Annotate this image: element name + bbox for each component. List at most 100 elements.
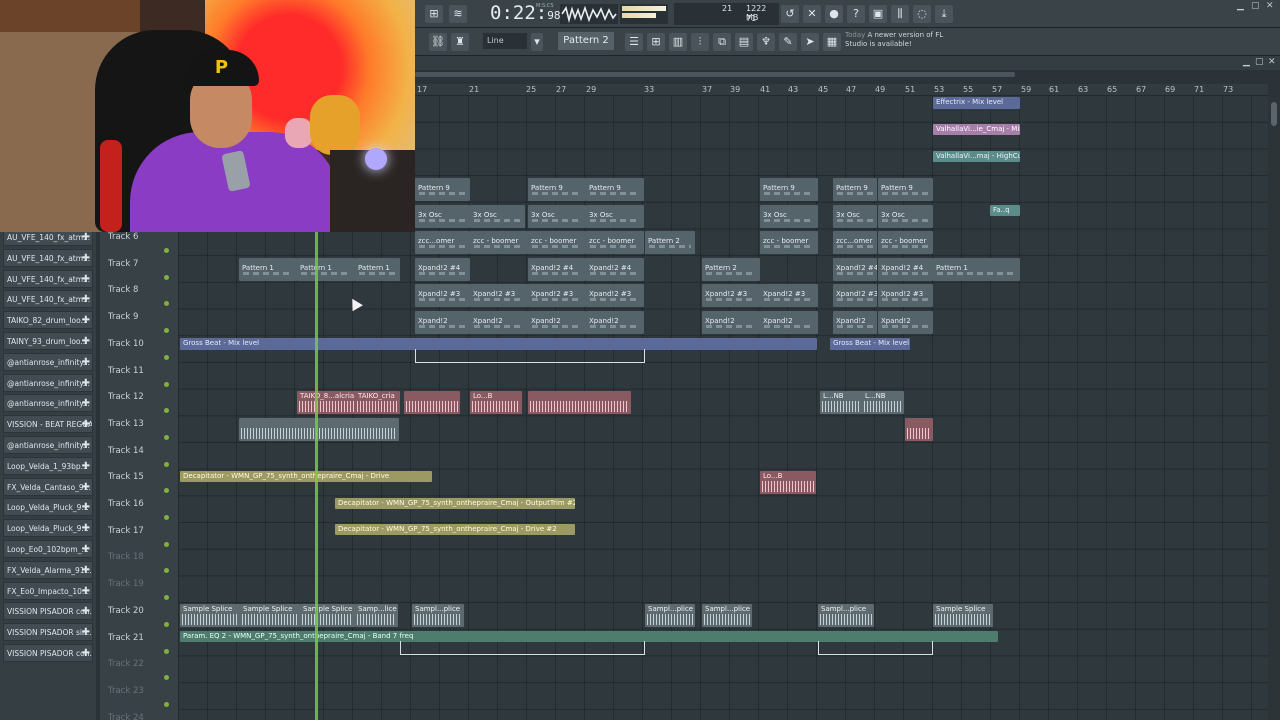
pattern-clip[interactable]: Pattern 1 (297, 258, 355, 281)
track-mute-indicator[interactable] (164, 568, 169, 574)
mixer-icon[interactable]: ≋ (449, 5, 467, 23)
pattern-clip[interactable]: Pattern 1 (355, 258, 400, 281)
close-icon[interactable]: ✕ (1266, 1, 1274, 11)
add-icon[interactable]: ✚ (82, 312, 90, 328)
pattern-clip[interactable]: Xpand!2 #4 (833, 258, 877, 281)
link-icon[interactable]: ⛓ (429, 33, 447, 51)
track-name[interactable]: Track 16 (108, 499, 144, 509)
undo-icon[interactable]: ↺ (781, 5, 799, 23)
stamp-icon[interactable]: ♜ (451, 33, 469, 51)
track-name[interactable]: Track 7 (108, 259, 138, 269)
browser-item[interactable]: Loop_Velda_Pluck_9... ✚ (3, 498, 93, 517)
browser-item[interactable]: Loop_Eo0_102bpm_... ✚ (3, 540, 93, 558)
add-icon[interactable]: ✚ (82, 583, 90, 599)
browser-item[interactable]: VISSION - BEAT REGGAETO...✚ (3, 415, 93, 434)
add-icon[interactable]: ✚ (82, 624, 90, 640)
track-name[interactable]: Track 15 (108, 472, 144, 482)
browser-item[interactable]: Loop_Velda_1_93bp... ✚ (3, 456, 93, 475)
pattern-clip[interactable]: Xpand!2 #3 (760, 284, 818, 307)
audio-clip[interactable]: Sample Splice (180, 604, 240, 627)
audio-clip[interactable] (404, 391, 460, 414)
browser-item[interactable]: AU_VFE_140_fx_atm... ✚ (3, 290, 93, 309)
pattern-clip[interactable]: Xpand!2 #3 (702, 284, 760, 307)
pattern-clip[interactable]: Xpand!2 (528, 311, 586, 334)
playhead[interactable] (315, 228, 318, 720)
track-name[interactable]: Track 11 (108, 366, 144, 376)
audio-clip[interactable]: Sampl...plice (818, 604, 874, 627)
track-mute-indicator[interactable] (164, 621, 169, 627)
track-name[interactable]: Track 13 (108, 419, 144, 429)
pattern-clip[interactable]: 3x Osc (415, 205, 470, 228)
mic-icon[interactable]: ● (825, 5, 843, 23)
pattern-clip[interactable]: zcc - boomer (586, 231, 644, 254)
audio-clip[interactable]: Sampl...plice (702, 604, 752, 627)
browser-item[interactable]: FX_Velda_Cantaso_9... ✚ (3, 477, 93, 496)
automation-clip[interactable]: Decapitator - WMN_GP_75_synth_ontheprair… (335, 498, 575, 509)
audio-clip[interactable] (905, 418, 933, 441)
pattern-clip[interactable]: zcc - boomer (528, 231, 586, 254)
track-mute-indicator[interactable] (164, 675, 169, 681)
audio-clip[interactable]: L...NB (862, 391, 904, 414)
audio-clip[interactable]: Sampl...plice (645, 604, 695, 627)
pattern-clip[interactable]: zcc - boomer (470, 231, 528, 254)
track-name[interactable]: Track 14 (108, 446, 144, 456)
browser-icon[interactable]: ▤ (735, 33, 753, 51)
pattern-clip[interactable]: 3x Osc (878, 205, 933, 228)
pattern-selector[interactable]: Pattern 2 (558, 32, 614, 50)
browser-item[interactable]: FX_Velda_Alarma_91... ✚ (3, 560, 93, 579)
automation-clip[interactable]: ValhallaVi...maj - HighCut (933, 151, 1020, 162)
track-mute-indicator[interactable] (164, 541, 169, 547)
add-icon[interactable]: ✚ (82, 520, 90, 536)
tools-icon[interactable]: ✕ (803, 5, 821, 23)
track-mute-indicator[interactable] (164, 701, 169, 707)
pattern-clip[interactable]: Xpand!2 (760, 311, 818, 334)
mixer-button-icon[interactable]: ⫼ (891, 5, 909, 23)
step-seq-icon[interactable]: ⊞ (647, 33, 665, 51)
audio-clip[interactable]: Sample Splice (240, 604, 300, 627)
audio-clip[interactable]: Sample Splice (300, 604, 355, 627)
add-icon[interactable]: ✚ (82, 395, 90, 411)
add-icon[interactable]: ✚ (82, 458, 90, 474)
pattern-clip[interactable]: Xpand!2 #4 (586, 258, 644, 281)
track-mute-indicator[interactable] (164, 488, 169, 494)
news-panel[interactable]: Today A newer version of FL Studio is av… (845, 31, 955, 53)
pattern-clip[interactable]: zcc - boomer (878, 231, 933, 254)
audio-clip[interactable] (528, 391, 631, 414)
pattern-clip[interactable]: 3x Osc (528, 205, 586, 228)
mixer-sliders-icon[interactable]: ⫶ (691, 33, 709, 51)
add-icon[interactable]: ✚ (82, 291, 90, 307)
piano-icon[interactable]: ⊞ (425, 5, 443, 23)
track-mute-indicator[interactable] (164, 434, 169, 440)
pattern-clip[interactable]: Xpand!2 (702, 311, 760, 334)
pattern-clip[interactable]: 3x Osc (586, 205, 644, 228)
browser-item[interactable]: AU_VFE_140_fx_atm... ✚ (3, 269, 93, 288)
lock-icon[interactable]: ▦ (823, 33, 841, 51)
pattern-clip[interactable]: Xpand!2 #3 (833, 284, 877, 307)
cpu-ram-panel[interactable]: 21 1222 MB 71 (674, 3, 779, 25)
pattern-clip[interactable]: Xpand!2 #4 (528, 258, 586, 281)
track-name[interactable]: Track 8 (108, 285, 138, 295)
pattern-clip[interactable]: zcc...omer (833, 231, 877, 254)
browser-item[interactable]: VISSION PISADOR con... ✚ (3, 644, 93, 662)
add-icon[interactable]: ✚ (82, 416, 90, 432)
pattern-clip[interactable]: Pattern 9 (528, 178, 586, 201)
browser-item[interactable]: TAINY_93_drum_loo... ✚ (3, 332, 93, 350)
add-icon[interactable]: ✚ (82, 603, 90, 619)
playlist-close-icon[interactable]: ✕ (1268, 57, 1276, 67)
browser-item[interactable]: TAIKO_82_drum_loo... ✚ (3, 311, 93, 330)
snap-dropdown-icon[interactable]: ▾ (531, 33, 543, 51)
oscilloscope[interactable] (560, 4, 618, 24)
add-icon[interactable]: ✚ (82, 437, 90, 453)
download-icon[interactable]: ⤓ (935, 5, 953, 23)
pattern-clip[interactable]: Xpand!2 #3 (586, 284, 644, 307)
add-icon[interactable]: ✚ (82, 541, 90, 557)
track-name[interactable]: Track 19 (108, 579, 144, 589)
pattern-clip[interactable]: Xpand!2 #4 (878, 258, 933, 281)
track-name[interactable]: Track 18 (108, 552, 144, 562)
pattern-clip[interactable]: Xpand!2 (833, 311, 877, 334)
plugin-icon[interactable]: ♆ (757, 33, 775, 51)
pattern-clip[interactable]: zcc...omer (415, 231, 470, 254)
restore-icon[interactable]: ▢ (1251, 1, 1260, 11)
pattern-clip[interactable]: Pattern 9 (760, 178, 818, 201)
pattern-clip[interactable]: Xpand!2 (470, 311, 528, 334)
